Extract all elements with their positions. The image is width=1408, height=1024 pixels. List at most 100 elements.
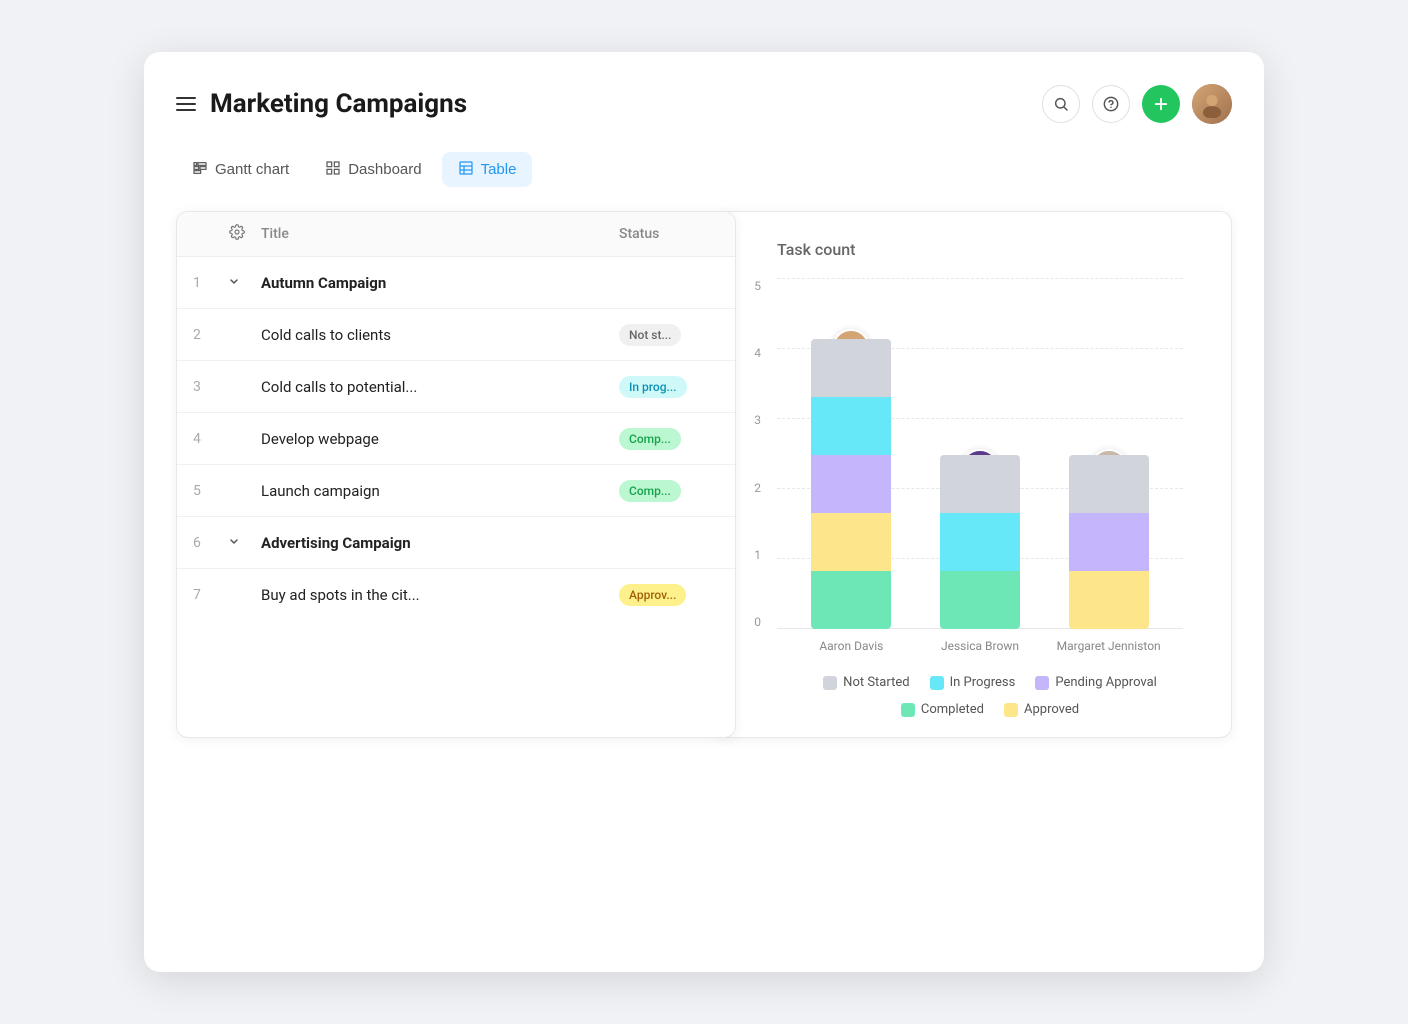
table-row[interactable]: 2 Cold calls to clients Not st...: [177, 309, 735, 361]
row-status: Comp...: [619, 428, 719, 450]
tab-gantt-label: Gantt chart: [215, 161, 289, 178]
table-header: Title Status: [177, 212, 735, 257]
row-status: Comp...: [619, 480, 719, 502]
legend-in-progress: In Progress: [930, 675, 1016, 690]
chart-title: Task count: [737, 240, 1203, 259]
legend-dot-approved: [1004, 703, 1018, 717]
y-axis: 0 1 2 3 4 5: [737, 279, 767, 659]
row-number: 4: [193, 431, 229, 447]
dashboard-icon: [325, 160, 341, 179]
row-number: 3: [193, 379, 229, 395]
bar-label-margaret: Margaret Jenniston: [1057, 639, 1161, 653]
user-avatar[interactable]: [1192, 84, 1232, 124]
header-left: Marketing Campaigns: [176, 89, 467, 119]
row-title: Advertising Campaign: [257, 534, 619, 552]
table-icon: [458, 160, 474, 179]
table-row[interactable]: 4 Develop webpage Comp...: [177, 413, 735, 465]
expand-icon[interactable]: [229, 276, 257, 290]
status-badge: Approv...: [619, 584, 686, 606]
y-label-3: 3: [737, 413, 767, 427]
avatar-image: [1192, 84, 1232, 124]
legend-dot-in-progress: [930, 676, 944, 690]
bar-groups: Aaron Davis: [777, 279, 1183, 629]
status-badge: Not st...: [619, 324, 681, 346]
legend-label-not-started: Not Started: [843, 675, 909, 690]
bar-notstarted: [811, 339, 891, 397]
row-title: Launch campaign: [257, 482, 619, 500]
row-status: In prog...: [619, 376, 719, 398]
bar-stack-jessica: [940, 455, 1020, 629]
legend-label-pending: Pending Approval: [1055, 675, 1157, 690]
help-button[interactable]: [1092, 85, 1130, 123]
main-content: Title Status 1 Autumn Campaign 2 Cold ca…: [176, 211, 1232, 738]
row-title: Develop webpage: [257, 430, 619, 448]
add-button[interactable]: [1142, 85, 1180, 123]
y-label-2: 2: [737, 481, 767, 495]
menu-icon[interactable]: [176, 97, 196, 111]
row-status: Approv...: [619, 584, 719, 606]
bar-completed: [940, 571, 1020, 629]
col-status-header: Status: [619, 226, 719, 242]
bar-label-aaron: Aaron Davis: [819, 639, 883, 653]
table-row[interactable]: 5 Launch campaign Comp...: [177, 465, 735, 517]
tab-dashboard[interactable]: Dashboard: [309, 152, 437, 187]
legend-label-completed: Completed: [921, 702, 984, 717]
bar-label-jessica: Jessica Brown: [941, 639, 1019, 653]
bars-area: Aaron Davis: [767, 279, 1203, 659]
bar-inprogress: [811, 397, 891, 455]
row-number: 1: [193, 275, 229, 291]
tab-dashboard-label: Dashboard: [348, 161, 421, 178]
table-row[interactable]: 7 Buy ad spots in the cit... Approv...: [177, 569, 735, 621]
legend-dot-not-started: [823, 676, 837, 690]
header-right: [1042, 84, 1232, 124]
bar-inprogress: [940, 513, 1020, 571]
legend-dot-completed: [901, 703, 915, 717]
y-label-4: 4: [737, 346, 767, 360]
chart-body: 0 1 2 3 4 5: [737, 279, 1203, 659]
y-label-0: 0: [737, 615, 767, 629]
settings-icon[interactable]: [229, 224, 257, 244]
row-title: Autumn Campaign: [257, 274, 619, 292]
row-number: 7: [193, 587, 229, 603]
page-title: Marketing Campaigns: [210, 89, 467, 119]
table-row[interactable]: 3 Cold calls to potential... In prog...: [177, 361, 735, 413]
bar-stack-margaret: [1069, 455, 1149, 629]
row-status: Not st...: [619, 324, 719, 346]
legend-approved: Approved: [1004, 702, 1079, 717]
legend-pending: Pending Approval: [1035, 675, 1157, 690]
gantt-icon: [192, 160, 208, 179]
bar-notstarted: [1069, 455, 1149, 513]
row-title: Cold calls to potential...: [257, 378, 619, 396]
bar-pending: [811, 455, 891, 513]
bar-pending: [1069, 513, 1149, 571]
tab-table-label: Table: [481, 161, 517, 178]
row-number: 5: [193, 483, 229, 499]
legend-dot-pending: [1035, 676, 1049, 690]
app-container: Marketing Campaigns: [144, 52, 1264, 972]
row-number: 2: [193, 327, 229, 343]
col-title-header: Title: [257, 226, 619, 242]
bar-stack-aaron: [811, 339, 891, 629]
bar-notstarted: [940, 455, 1020, 513]
tab-table[interactable]: Table: [442, 152, 533, 187]
header: Marketing Campaigns: [176, 84, 1232, 124]
status-badge: Comp...: [619, 428, 681, 450]
chart-legend: Not Started In Progress Pending Approval…: [737, 675, 1203, 717]
legend-label-in-progress: In Progress: [950, 675, 1016, 690]
status-badge: Comp...: [619, 480, 681, 502]
search-button[interactable]: [1042, 85, 1080, 123]
row-title: Buy ad spots in the cit...: [257, 586, 619, 604]
table-row[interactable]: 1 Autumn Campaign: [177, 257, 735, 309]
legend-label-approved: Approved: [1024, 702, 1079, 717]
tabs-bar: Gantt chart Dashboard Table: [176, 152, 1232, 187]
legend-not-started: Not Started: [823, 675, 909, 690]
bar-approved: [1069, 571, 1149, 629]
bars-relative-container: Aaron Davis: [767, 279, 1203, 659]
table-panel: Title Status 1 Autumn Campaign 2 Cold ca…: [176, 211, 736, 738]
tab-gantt[interactable]: Gantt chart: [176, 152, 305, 187]
y-label-5: 5: [737, 279, 767, 293]
row-number: 6: [193, 535, 229, 551]
expand-icon[interactable]: [229, 536, 257, 550]
legend-completed: Completed: [901, 702, 984, 717]
table-row[interactable]: 6 Advertising Campaign: [177, 517, 735, 569]
